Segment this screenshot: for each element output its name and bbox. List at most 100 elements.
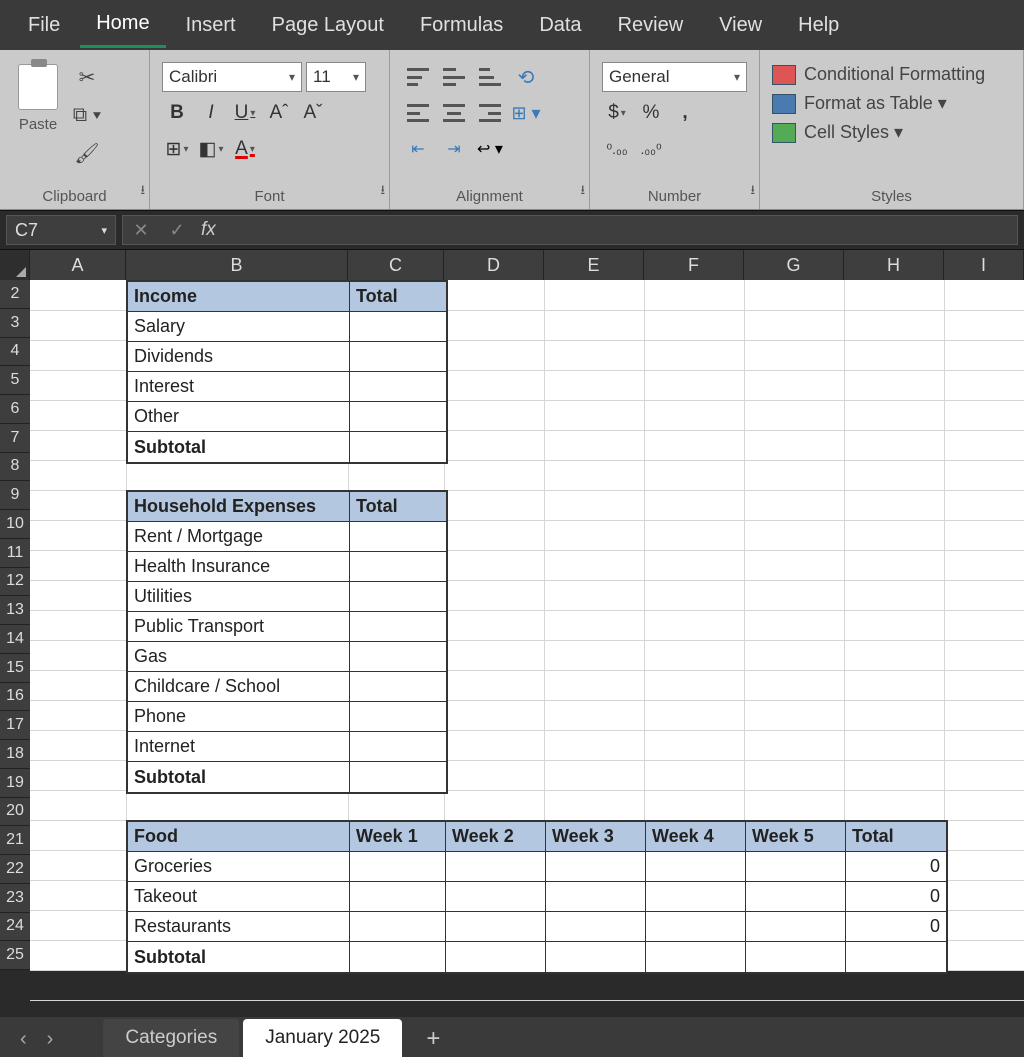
menu-page-layout[interactable]: Page Layout bbox=[256, 4, 400, 47]
food-table-cell[interactable] bbox=[350, 882, 446, 912]
fx-label[interactable]: fx bbox=[195, 219, 216, 241]
row-header-23[interactable]: 23 bbox=[0, 884, 30, 913]
food-table-header-cell[interactable]: Week 1 bbox=[350, 822, 446, 852]
household-table-header-cell[interactable]: Total bbox=[350, 492, 446, 522]
increase-font-button[interactable]: Aˆ bbox=[264, 98, 294, 128]
food-table-header-cell[interactable]: Total bbox=[846, 822, 946, 852]
column-header-A[interactable]: A bbox=[30, 250, 126, 280]
food-table-cell[interactable] bbox=[746, 882, 846, 912]
food-table-subtotal-cell[interactable] bbox=[350, 942, 446, 972]
household-table-cell[interactable] bbox=[350, 642, 446, 672]
row-header-15[interactable]: 15 bbox=[0, 654, 30, 683]
formula-input[interactable]: ✕ ✓ fx bbox=[122, 215, 1018, 245]
income-table-cell[interactable] bbox=[350, 342, 446, 372]
household-table-cell[interactable]: Public Transport bbox=[128, 612, 350, 642]
row-header-7[interactable]: 7 bbox=[0, 424, 30, 453]
format-painter-button[interactable]: 🖌 bbox=[70, 138, 104, 168]
food-table-cell[interactable]: 0 bbox=[846, 852, 946, 882]
row-header-11[interactable]: 11 bbox=[0, 539, 30, 568]
household-table-cell[interactable] bbox=[350, 612, 446, 642]
bold-button[interactable]: B bbox=[162, 98, 192, 128]
row-header-18[interactable]: 18 bbox=[0, 740, 30, 769]
row-header-20[interactable]: 20 bbox=[0, 798, 30, 827]
household-table-cell[interactable]: Internet bbox=[128, 732, 350, 762]
row-header-9[interactable]: 9 bbox=[0, 481, 30, 510]
menu-data[interactable]: Data bbox=[523, 4, 597, 47]
column-header-C[interactable]: C bbox=[348, 250, 444, 280]
comma-button[interactable]: , bbox=[670, 98, 700, 128]
household-table-subtotal-cell[interactable] bbox=[350, 762, 446, 792]
food-table-cell[interactable] bbox=[446, 852, 546, 882]
paste-button[interactable]: Paste bbox=[12, 58, 64, 184]
row-header-13[interactable]: 13 bbox=[0, 596, 30, 625]
row-header-10[interactable]: 10 bbox=[0, 510, 30, 539]
food-table-subtotal-cell[interactable] bbox=[846, 942, 946, 972]
food-table-cell[interactable] bbox=[746, 852, 846, 882]
cell-styles-button[interactable]: Cell Styles ▾ bbox=[772, 122, 1011, 143]
income-table-cell[interactable] bbox=[350, 402, 446, 432]
align-top-button[interactable] bbox=[402, 62, 434, 92]
food-table-cell[interactable] bbox=[646, 882, 746, 912]
menu-review[interactable]: Review bbox=[602, 4, 700, 47]
food-table-header-cell[interactable]: Week 3 bbox=[546, 822, 646, 852]
household-table-subtotal-cell[interactable]: Subtotal bbox=[128, 762, 350, 792]
decrease-decimal-button[interactable]: .₀₀⁰ bbox=[636, 134, 666, 164]
align-center-button[interactable] bbox=[438, 98, 470, 128]
menu-file[interactable]: File bbox=[12, 4, 76, 47]
food-table-cell[interactable] bbox=[350, 852, 446, 882]
percent-button[interactable]: % bbox=[636, 98, 666, 128]
income-table-cell[interactable]: Other bbox=[128, 402, 350, 432]
add-sheet-button[interactable]: + bbox=[406, 1021, 460, 1057]
align-middle-button[interactable] bbox=[438, 62, 470, 92]
copy-button[interactable]: ⧉ ▾ bbox=[70, 100, 104, 130]
row-header-25[interactable]: 25 bbox=[0, 941, 30, 970]
font-name-combo[interactable]: Calibri▾ bbox=[162, 62, 302, 92]
number-launcher[interactable]: ⭳ bbox=[750, 181, 755, 203]
column-header-I[interactable]: I bbox=[944, 250, 1024, 280]
food-table-cell[interactable]: Groceries bbox=[128, 852, 350, 882]
income-table-cell[interactable]: Salary bbox=[128, 312, 350, 342]
merge-button[interactable]: ⊞ ▾ bbox=[510, 98, 542, 128]
align-bottom-button[interactable] bbox=[474, 62, 506, 92]
food-table-cell[interactable] bbox=[546, 852, 646, 882]
household-table-cell[interactable] bbox=[350, 582, 446, 612]
align-right-button[interactable] bbox=[474, 98, 506, 128]
income-table-cell[interactable]: Interest bbox=[128, 372, 350, 402]
number-format-combo[interactable]: General▾ bbox=[602, 62, 747, 92]
row-header-2[interactable]: 2 bbox=[0, 280, 30, 309]
food-table-cell[interactable]: 0 bbox=[846, 912, 946, 942]
font-launcher[interactable]: ⭳ bbox=[380, 181, 385, 203]
food-table-cell[interactable] bbox=[646, 852, 746, 882]
income-table-cell[interactable] bbox=[350, 372, 446, 402]
household-table-cell[interactable]: Gas bbox=[128, 642, 350, 672]
food-table-cell[interactable] bbox=[546, 912, 646, 942]
wrap-text-button[interactable]: ↩ ▾ bbox=[474, 134, 506, 164]
row-header-5[interactable]: 5 bbox=[0, 366, 30, 395]
food-table-header-cell[interactable]: Week 4 bbox=[646, 822, 746, 852]
decrease-indent-button[interactable]: ⇤ bbox=[402, 134, 434, 164]
clipboard-launcher[interactable]: ⭳ bbox=[140, 181, 145, 203]
food-table-cell[interactable]: Takeout bbox=[128, 882, 350, 912]
accept-formula-button[interactable]: ✓ bbox=[159, 220, 195, 241]
food-table-cell[interactable] bbox=[646, 912, 746, 942]
household-table-cell[interactable] bbox=[350, 732, 446, 762]
column-header-E[interactable]: E bbox=[544, 250, 644, 280]
food-table-cell[interactable] bbox=[546, 882, 646, 912]
row-header-3[interactable]: 3 bbox=[0, 309, 30, 338]
household-table-cell[interactable] bbox=[350, 702, 446, 732]
food-table-cell[interactable]: Restaurants bbox=[128, 912, 350, 942]
food-table-subtotal-cell[interactable]: Subtotal bbox=[128, 942, 350, 972]
italic-button[interactable]: I bbox=[196, 98, 226, 128]
increase-decimal-button[interactable]: ⁰.₀₀ bbox=[602, 134, 632, 164]
food-table-subtotal-cell[interactable] bbox=[746, 942, 846, 972]
orientation-button[interactable]: ⟲ bbox=[510, 62, 542, 92]
font-color-button[interactable]: A bbox=[230, 134, 260, 164]
sheet-tab-categories[interactable]: Categories bbox=[103, 1019, 239, 1057]
food-table-cell[interactable] bbox=[746, 912, 846, 942]
household-table-header-cell[interactable]: Household Expenses bbox=[128, 492, 350, 522]
column-header-H[interactable]: H bbox=[844, 250, 944, 280]
fill-color-button[interactable]: ◧ bbox=[196, 134, 226, 164]
household-table-cell[interactable]: Childcare / School bbox=[128, 672, 350, 702]
food-table-subtotal-cell[interactable] bbox=[646, 942, 746, 972]
menu-insert[interactable]: Insert bbox=[170, 4, 252, 47]
